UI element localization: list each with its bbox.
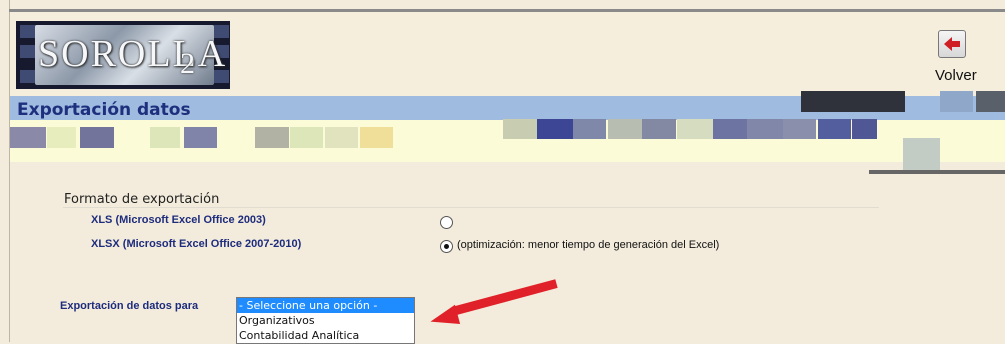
decor-grey-3 xyxy=(608,119,642,139)
annotation-arrow-icon xyxy=(427,304,461,332)
decor-slate-6 xyxy=(747,119,783,139)
decor-lime-5 xyxy=(677,119,713,139)
back-arrow-shaft-icon xyxy=(951,41,960,47)
decor-navy-2 xyxy=(818,119,851,139)
decor-lime-4 xyxy=(325,127,358,148)
decor-shadow-1 xyxy=(869,170,1005,174)
select-option-organizativos[interactable]: Organizativos xyxy=(237,313,414,328)
logo-subscript: 2 xyxy=(180,47,195,80)
xlsx-radio[interactable] xyxy=(440,240,453,253)
decor-olive-1 xyxy=(503,119,537,139)
decor-blue-1 xyxy=(940,91,973,112)
xls-option-label: XLS (Microsoft Excel Office 2003) xyxy=(91,214,266,226)
decor-grey-2 xyxy=(255,127,289,148)
decor-lime-2 xyxy=(150,127,180,148)
decor-dark-2 xyxy=(976,91,1005,112)
logo-text: SOROLLA xyxy=(38,33,228,75)
annotation-arrow-shaft xyxy=(454,279,558,315)
export-data-select[interactable]: - Seleccione una opción - Organizativos … xyxy=(236,297,415,344)
xls-radio[interactable] xyxy=(440,216,453,229)
select-option-placeholder[interactable]: - Seleccione una opción - xyxy=(237,298,414,313)
decor-slate-5 xyxy=(713,119,747,139)
export-data-for-label: Exportación de datos para xyxy=(60,300,199,312)
decor-yellow-1 xyxy=(360,127,393,148)
decor-navy-1 xyxy=(537,119,573,139)
decor-grey-1 xyxy=(10,127,46,148)
left-border xyxy=(0,0,10,342)
decor-navy-3 xyxy=(852,119,877,139)
xlsx-option-label: XLSX (Microsoft Excel Office 2007-2010) xyxy=(91,238,302,250)
xlsx-option-note: (optimización: menor tiempo de generació… xyxy=(457,239,720,251)
decor-slate-7 xyxy=(783,119,816,139)
decor-slate-4 xyxy=(642,119,676,139)
back-label: Volver xyxy=(935,67,977,84)
select-option-contabilidad[interactable]: Contabilidad Analítica xyxy=(237,328,414,343)
section-divider xyxy=(63,207,879,208)
sorolla-logo: SOROLLA 2 xyxy=(16,21,230,89)
decor-dark-1 xyxy=(801,91,905,112)
page-title: Exportación datos xyxy=(17,100,191,120)
back-button[interactable] xyxy=(938,30,966,58)
export-format-title: Formato de exportación xyxy=(64,192,220,207)
decor-slate-3 xyxy=(573,119,606,139)
decor-slate-2 xyxy=(184,127,217,148)
decor-green-1 xyxy=(903,138,940,172)
decor-slate-1 xyxy=(80,127,114,148)
decor-lime-3 xyxy=(290,127,323,148)
decor-lime-1 xyxy=(47,127,76,148)
